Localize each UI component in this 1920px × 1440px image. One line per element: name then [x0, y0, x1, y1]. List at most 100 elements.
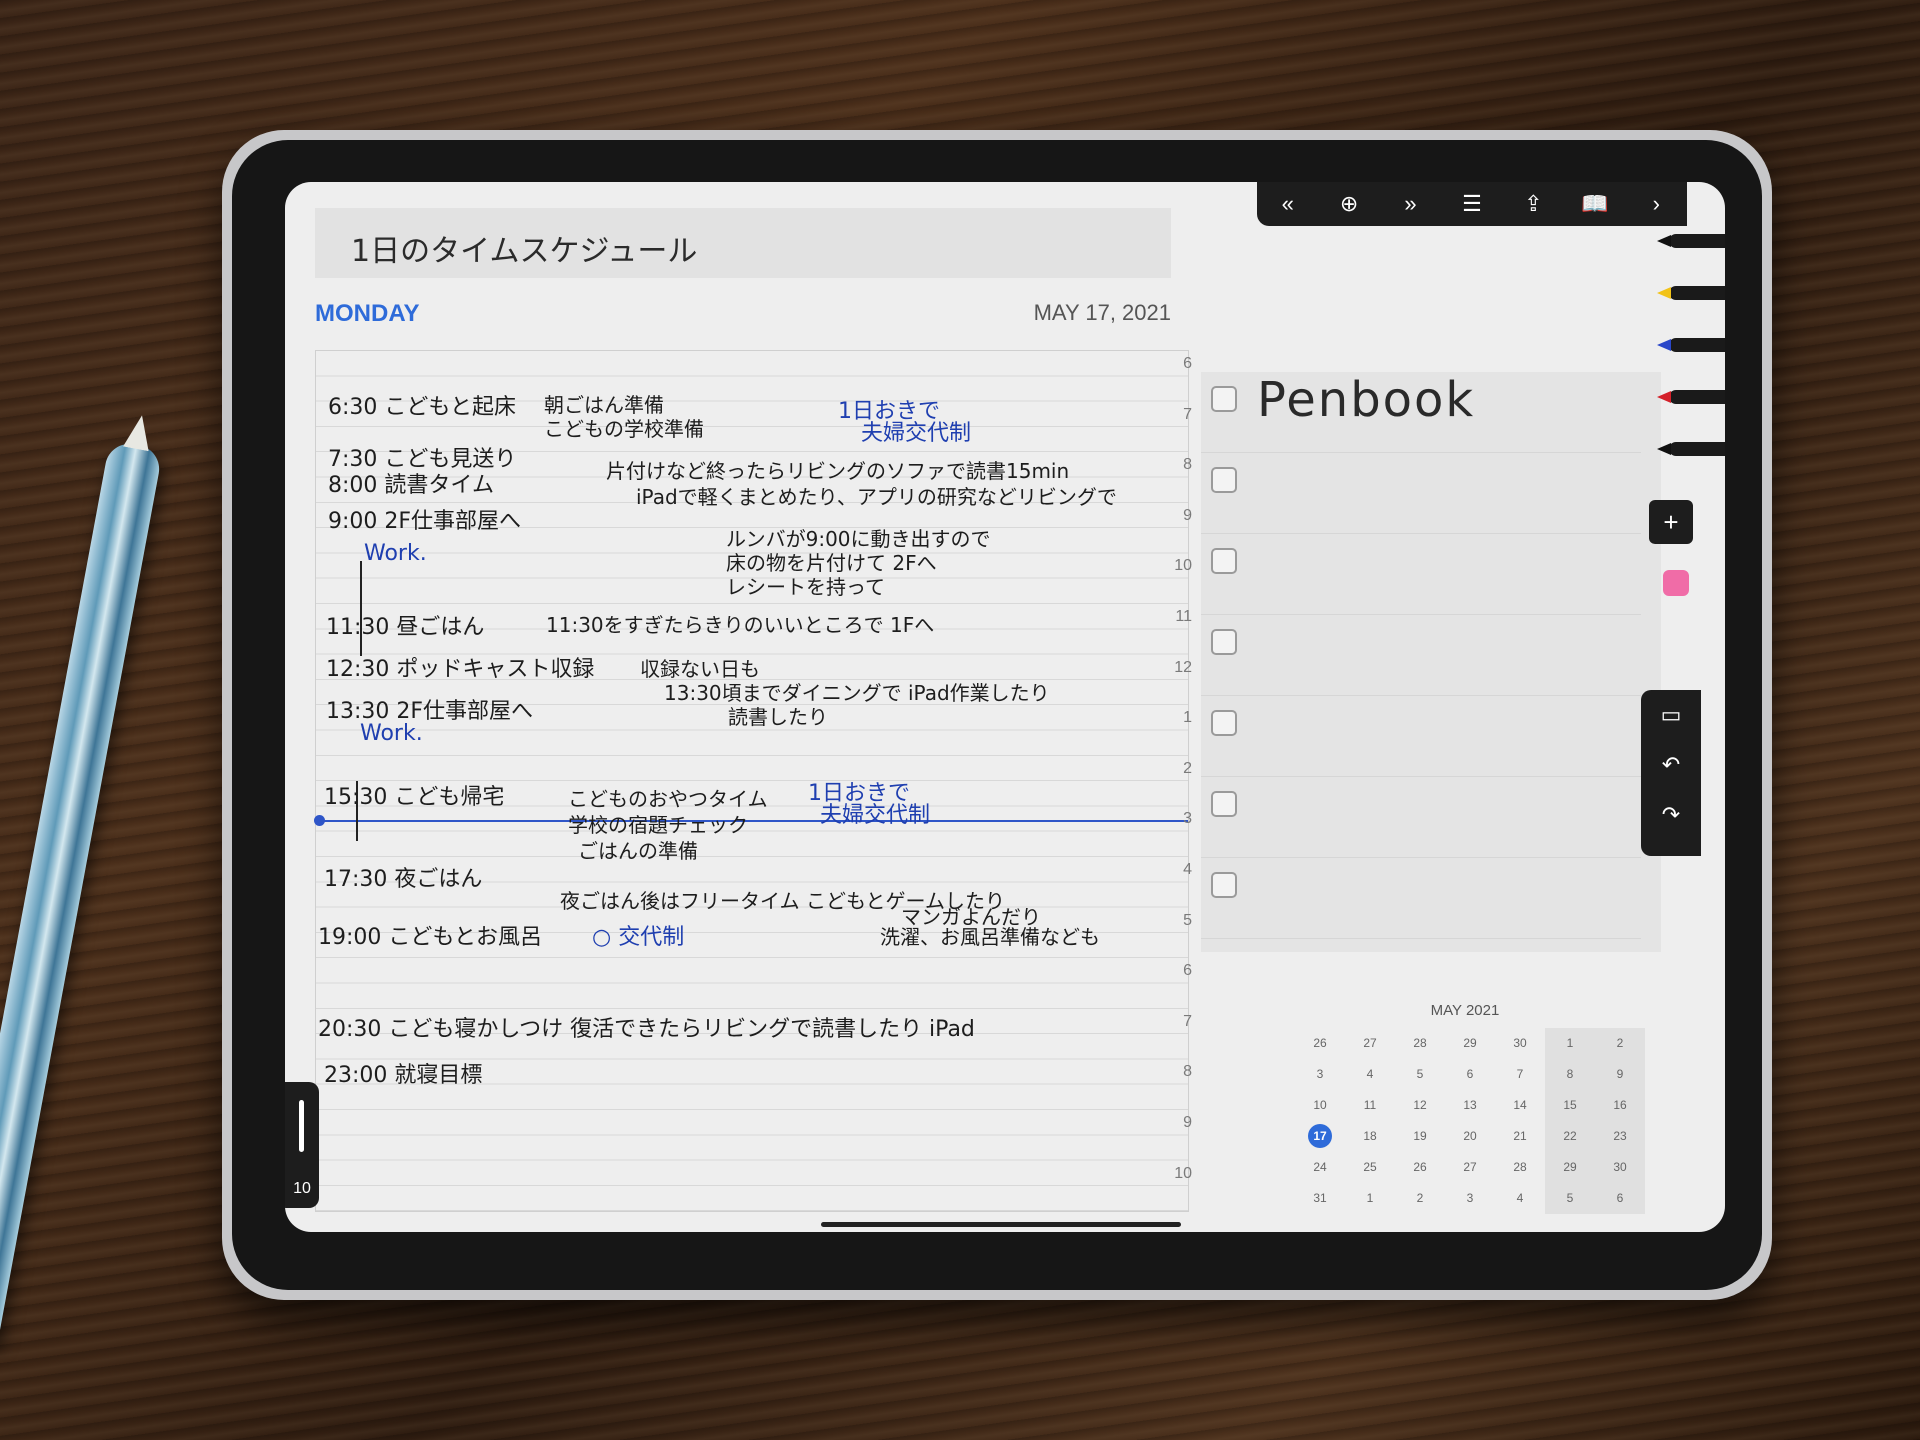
calendar-day[interactable]: 25: [1345, 1152, 1395, 1183]
calendar-day[interactable]: 4: [1495, 1183, 1545, 1214]
page-scroll-handle[interactable]: [299, 1100, 304, 1152]
redo-icon[interactable]: ↷: [1641, 790, 1701, 840]
hour-label: 6: [1183, 355, 1192, 372]
calendar-day[interactable]: 29: [1445, 1028, 1495, 1059]
calendar-day[interactable]: 29: [1545, 1152, 1595, 1183]
calendar-day[interactable]: 28: [1395, 1028, 1445, 1059]
task-row: [1201, 372, 1641, 453]
hour-label: 8: [1183, 456, 1192, 474]
keyboard-icon[interactable]: ▭: [1641, 690, 1701, 740]
current-time-dot: [314, 815, 325, 826]
calendar-day[interactable]: 24: [1295, 1152, 1345, 1183]
task-checkbox[interactable]: [1211, 791, 1237, 817]
page-indicator[interactable]: 10: [285, 1082, 319, 1208]
plus-circle-icon[interactable]: ⊕: [1329, 191, 1369, 217]
calendar-day[interactable]: 1: [1545, 1028, 1595, 1059]
undo-icon[interactable]: ↶: [1641, 740, 1701, 790]
calendar-day[interactable]: 9: [1595, 1059, 1645, 1090]
calendar-day[interactable]: 14: [1495, 1090, 1545, 1121]
calendar-day[interactable]: 31: [1295, 1183, 1345, 1214]
calendar-day[interactable]: 18: [1345, 1121, 1395, 1152]
book-icon[interactable]: 📖: [1575, 191, 1615, 217]
share-icon[interactable]: ⇪: [1513, 191, 1553, 217]
hour-label: 12: [1174, 658, 1192, 676]
schedule-entry: 11:30 昼ごはん: [326, 615, 485, 640]
schedule-entry: 学校の宿題チェック: [568, 813, 748, 837]
hour-label: 3: [1183, 810, 1192, 828]
blue-pen[interactable]: [1657, 338, 1725, 352]
calendar-day[interactable]: 21: [1495, 1121, 1545, 1152]
day-label: MONDAY: [315, 300, 420, 327]
calendar-day[interactable]: 20: [1445, 1121, 1495, 1152]
page-number: 10: [293, 1180, 311, 1197]
chevrons-right-icon[interactable]: »: [1391, 191, 1431, 217]
calendar-day[interactable]: 15: [1545, 1090, 1595, 1121]
black-pen[interactable]: [1657, 234, 1725, 248]
calendar-grid: 26 27 28 29 30 1 2 3 4 5 6 7 8 9 10 11 12 13 14 15 16 17 18 19 2…: [1295, 1028, 1645, 1214]
calendar-day[interactable]: 12: [1395, 1090, 1445, 1121]
calendar-day[interactable]: 7: [1495, 1059, 1545, 1090]
home-indicator[interactable]: [821, 1222, 1181, 1227]
calendar-day[interactable]: 30: [1495, 1028, 1545, 1059]
hour-label: 6: [1183, 962, 1192, 980]
schedule-entry: 8:00 読書タイム: [328, 473, 494, 498]
task-row: [1201, 453, 1641, 534]
schedule-entry: レシートを持って: [726, 575, 885, 599]
calendar-day[interactable]: 28: [1495, 1152, 1545, 1183]
schedule-entry: 17:30 夜ごはん: [324, 867, 483, 892]
calendar-day[interactable]: 26: [1395, 1152, 1445, 1183]
schedule-entry: 夫婦交代制: [820, 803, 931, 828]
calendar-day[interactable]: 8: [1545, 1059, 1595, 1090]
eraser-tool[interactable]: [1663, 570, 1689, 596]
task-row: [1201, 696, 1641, 777]
calendar-day[interactable]: 23: [1595, 1121, 1645, 1152]
yellow-highlighter[interactable]: [1657, 286, 1725, 300]
calendar-day[interactable]: 2: [1395, 1183, 1445, 1214]
task-checkbox[interactable]: [1211, 467, 1237, 493]
calendar-day[interactable]: 10: [1295, 1090, 1345, 1121]
task-checkbox[interactable]: [1211, 548, 1237, 574]
calendar-day[interactable]: 13: [1445, 1090, 1495, 1121]
schedule-entry: Work.: [360, 721, 423, 746]
hourly-schedule-page[interactable]: 6 7 8 9 10 11 12 1 2 3 4 5 6 7 8 9 10 6:30 こどもと起床 朝ごはん準備 こど…: [314, 350, 1192, 1212]
schedule-entry: ○ 交代制: [592, 925, 685, 950]
calendar-day[interactable]: 6: [1595, 1183, 1645, 1214]
schedule-entry: 13:30 2F仕事部屋へ: [326, 699, 534, 724]
calendar-day[interactable]: 4: [1345, 1059, 1395, 1090]
chevron-right-icon[interactable]: ›: [1636, 191, 1676, 217]
calendar-day[interactable]: 30: [1595, 1152, 1645, 1183]
hour-label: 1: [1183, 709, 1192, 727]
calendar-day[interactable]: 5: [1395, 1059, 1445, 1090]
black-pen-tip: [1657, 235, 1671, 247]
top-toolbar: « ⊕ » ☰ ⇪ 📖 ›: [1257, 182, 1687, 226]
task-checkbox[interactable]: [1211, 710, 1237, 736]
calendar-day[interactable]: 1: [1345, 1183, 1395, 1214]
calendar-day[interactable]: 22: [1545, 1121, 1595, 1152]
calendar-day[interactable]: 17: [1295, 1121, 1345, 1152]
black-pen-2[interactable]: [1657, 442, 1725, 456]
calendar-day[interactable]: 3: [1445, 1183, 1495, 1214]
task-checkbox[interactable]: [1211, 386, 1237, 412]
calendar-day[interactable]: 5: [1545, 1183, 1595, 1214]
schedule-entry: 片付けなど終ったらリビングのソファで読書15min: [606, 459, 1070, 483]
task-checkbox[interactable]: [1211, 872, 1237, 898]
red-pen[interactable]: [1657, 390, 1725, 404]
calendar-day[interactable]: 19: [1395, 1121, 1445, 1152]
calendar-day[interactable]: 27: [1345, 1028, 1395, 1059]
calendar-day[interactable]: 6: [1445, 1059, 1495, 1090]
schedule-entry: 15:30 こども帰宅: [324, 785, 505, 810]
red-pen-tip: [1657, 391, 1671, 403]
schedule-entry: 19:00 こどもとお風呂: [318, 925, 542, 950]
calendar-day[interactable]: 3: [1295, 1059, 1345, 1090]
calendar-day[interactable]: 27: [1445, 1152, 1495, 1183]
calendar-day[interactable]: 11: [1345, 1090, 1395, 1121]
task-row: [1201, 534, 1641, 615]
calendar-day[interactable]: 16: [1595, 1090, 1645, 1121]
hour-label: 8: [1183, 1063, 1192, 1081]
calendar-day[interactable]: 26: [1295, 1028, 1345, 1059]
add-pen-button[interactable]: +: [1649, 500, 1693, 544]
calendar-day[interactable]: 2: [1595, 1028, 1645, 1059]
sliders-icon[interactable]: ☰: [1452, 191, 1492, 217]
task-checkbox[interactable]: [1211, 629, 1237, 655]
chevrons-left-icon[interactable]: «: [1268, 191, 1308, 217]
